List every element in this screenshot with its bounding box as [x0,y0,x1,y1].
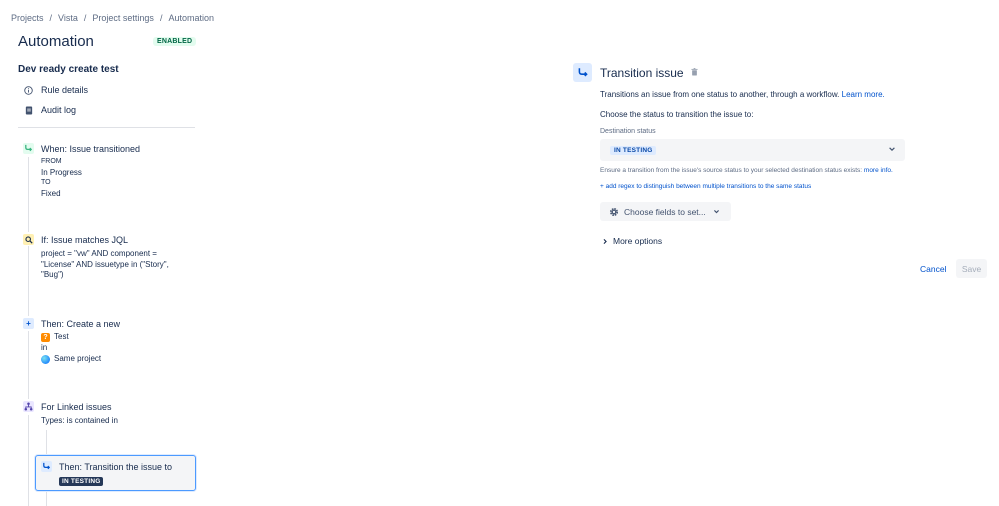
transition-title: Then: Transition the issue to [59,462,173,472]
chevron-right-icon [602,238,608,245]
branch-title[interactable]: For Linked issues [41,402,112,412]
breadcrumb-separator: / [49,13,53,23]
destination-status-select[interactable]: IN TESTING [600,139,905,161]
trigger-step[interactable] [23,143,34,154]
create-project: Same project [41,354,101,365]
choose-fields-label: Choose fields to set... [624,206,706,217]
ensure-transition-note: Ensure a transition from the issue's sou… [600,167,893,174]
create-title[interactable]: Then: Create a new [41,319,120,329]
branch-connector [46,430,47,455]
trigger-title[interactable]: When: Issue transitioned [41,144,140,154]
breadcrumb-separator: / [83,13,87,23]
destination-status-value: IN TESTING [610,145,657,155]
breadcrumb-automation[interactable]: Automation [168,13,214,23]
timeline-connector [28,415,29,506]
audit-log-link[interactable]: Audit log [24,105,76,115]
branch-types: Types: is contained in [41,416,118,425]
from-label: FROM [41,158,62,165]
jql-line: "Bug") [41,270,64,279]
transition-icon [573,63,592,82]
description-text: Transitions an issue from one status to … [600,90,840,99]
timeline-connector [28,246,29,316]
rule-details-label: Rule details [41,85,89,95]
transition-icon [23,143,34,154]
breadcrumb-project-settings[interactable]: Project settings [92,13,154,23]
test-issue-type-icon: ? [41,332,50,342]
panel-title: Transition issue [600,66,684,80]
search-icon [23,234,34,245]
in-label: in [41,343,48,352]
save-button[interactable]: Save [956,259,987,278]
jql-line: project = "vw" AND component = [41,249,157,258]
from-value: In Progress [41,167,82,177]
to-label: TO [41,179,51,186]
jql-line: "License" AND issuetype in ("Story", [41,259,169,269]
project-avatar-icon [41,354,50,364]
branch-connector [46,491,47,506]
branch-icon [23,401,34,412]
issue-type-label: Test [54,332,69,341]
timeline-connector [28,331,29,399]
breadcrumb: Projects / Vista / Project settings / Au… [11,13,214,23]
learn-more-link[interactable]: Learn more. [842,90,885,99]
condition-jql: project = "vw" AND component = "License"… [41,249,169,281]
plus-icon: + [23,318,34,329]
destination-status-label: Destination status [600,128,656,135]
more-options-toggle[interactable]: More options [602,236,662,246]
breadcrumb-projects[interactable]: Projects [11,13,44,23]
chevron-down-icon [713,208,720,215]
choose-status-text: Choose the status to transition the issu… [600,110,754,119]
to-value: Fixed [41,188,61,198]
more-options-label: More options [613,236,663,246]
breadcrumb-separator: / [159,13,163,23]
cancel-button[interactable]: Cancel [916,262,950,276]
add-regex-link[interactable]: + add regex to distinguish between multi… [600,183,811,190]
status-lozenge: IN TESTING [59,477,104,486]
rule-details-link[interactable]: Rule details [24,85,88,95]
trash-icon[interactable] [691,68,698,78]
breadcrumb-vista[interactable]: Vista [58,13,78,23]
chevron-down-icon [888,145,896,155]
timeline-connector [28,157,29,232]
status-badge: ENABLED [153,37,197,46]
divider [18,127,195,128]
rule-name: Dev ready create test [18,64,119,75]
choose-fields-button[interactable]: Choose fields to set... [600,202,731,221]
panel-description: Transitions an issue from one status to … [600,90,885,99]
create-issue-type: ? Test [41,332,69,343]
project-label: Same project [54,354,102,363]
trigger-details: FROM In Progress TO Fixed [41,157,82,199]
gear-icon [609,207,619,217]
ensure-text: Ensure a transition from the issue's sou… [600,167,863,174]
audit-log-label: Audit log [41,105,77,115]
transition-icon [41,461,52,472]
condition-title[interactable]: If: Issue matches JQL [41,235,128,245]
info-icon [24,85,33,95]
document-icon [24,105,33,115]
page-title: Automation [18,33,94,50]
more-info-link[interactable]: more info. [864,167,893,174]
